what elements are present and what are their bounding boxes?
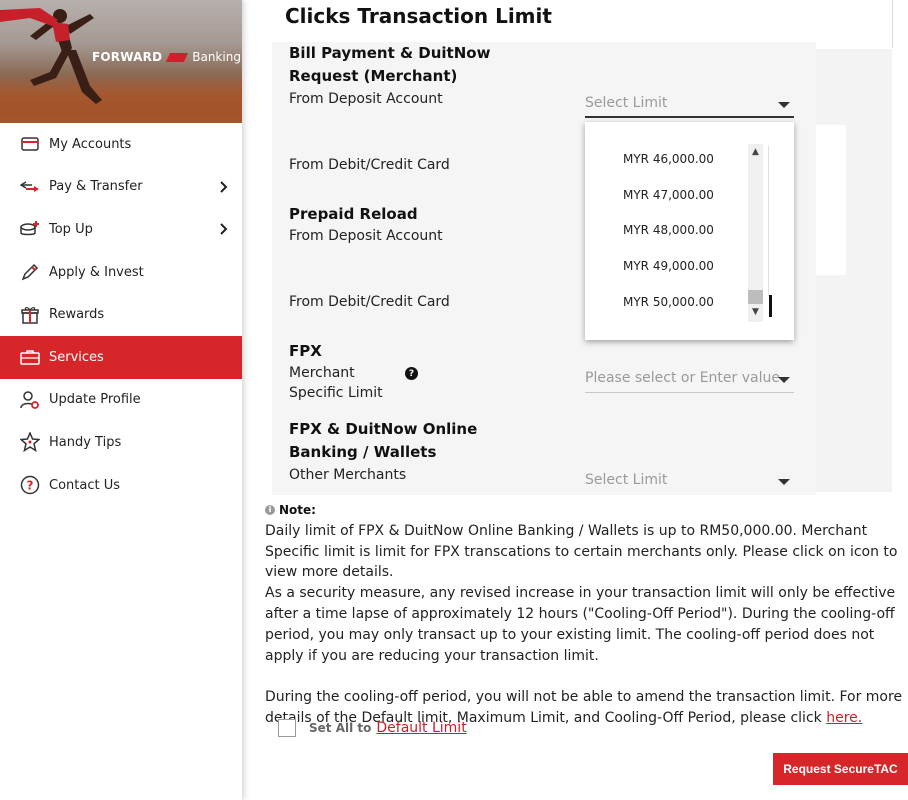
- note-heading: i Note:: [265, 500, 905, 521]
- brand-suffix: Banking: [192, 50, 241, 64]
- text-cursor: [769, 295, 772, 317]
- briefcase-icon: [20, 347, 40, 367]
- sidebar-item-services[interactable]: Services: [0, 335, 242, 379]
- select-placeholder: Please select or Enter value: [585, 370, 780, 386]
- brand-name: FORWARD: [92, 50, 163, 64]
- dropdown-divider: [768, 146, 769, 296]
- select-placeholder: Select Limit: [585, 472, 668, 488]
- pen-icon: [20, 262, 40, 282]
- sidebar-item-handy-tips[interactable]: Handy Tips: [0, 421, 242, 464]
- bill-deposit-label: From Deposit Account: [289, 91, 443, 107]
- request-securetac-button[interactable]: Request SecureTAC: [773, 753, 908, 785]
- default-limit-link[interactable]: Default Limit: [376, 720, 466, 736]
- divider: [892, 0, 893, 48]
- scrollbar-thumb[interactable]: [748, 290, 763, 304]
- section-title-prepaid: Prepaid Reload: [289, 205, 418, 223]
- label-line: Merchant: [289, 365, 355, 381]
- page-title: Clicks Transaction Limit: [285, 4, 552, 28]
- star-icon: [20, 432, 40, 453]
- chevron-right-icon: [220, 181, 228, 193]
- sidebar-item-label: Apply & Invest: [49, 264, 144, 280]
- sidebar-item-top-up[interactable]: Top Up: [0, 208, 242, 251]
- profile-gear-icon: [20, 390, 40, 410]
- set-all-label: Set All to: [309, 721, 372, 735]
- fpx-merchant-select[interactable]: Please select or Enter value: [585, 367, 794, 393]
- dropdown-option[interactable]: MYR 49,000.00: [623, 259, 714, 273]
- sidebar-item-label: Handy Tips: [49, 434, 122, 450]
- fpx-merchant-label: Merchant Specific Limit: [289, 363, 383, 403]
- caret-down-icon: [778, 377, 790, 383]
- sidebar-item-update-profile[interactable]: Update Profile: [0, 379, 242, 422]
- section-title-fpx-duitnow: FPX & DuitNow Online Banking / Wallets: [289, 418, 477, 464]
- dropdown-option[interactable]: MYR 50,000.00: [623, 295, 714, 309]
- sidebar-item-rewards[interactable]: Rewards: [0, 293, 242, 336]
- note-title: Note:: [279, 503, 316, 517]
- brand-logo: FORWARD Banking: [92, 50, 241, 64]
- dropdown-option[interactable]: MYR 46,000.00: [623, 152, 714, 166]
- brand-banner: FORWARD Banking: [0, 0, 242, 123]
- sidebar-item-label: Services: [49, 349, 104, 365]
- svg-text:?: ?: [27, 479, 34, 493]
- prepaid-deposit-label: From Deposit Account: [289, 228, 443, 244]
- label-line: Specific Limit: [289, 385, 383, 401]
- sidebar-item-label: Pay & Transfer: [49, 179, 143, 195]
- sidebar-item-label: Top Up: [49, 221, 93, 237]
- dropdown-option[interactable]: MYR 47,000.00: [623, 188, 714, 202]
- info-icon: i: [265, 505, 275, 516]
- note-section: i Note: Daily limit of FPX & DuitNow Onl…: [265, 500, 905, 729]
- section-title-fpx: FPX: [289, 342, 322, 360]
- sidebar-item-apply-invest[interactable]: Apply & Invest: [0, 251, 242, 294]
- section-title-bill-payment: Bill Payment & DuitNow Request (Merchant…: [289, 42, 490, 88]
- dropdown-option[interactable]: MYR 48,000.00: [623, 223, 714, 237]
- topup-icon: [20, 219, 40, 239]
- sidebar-item-contact-us[interactable]: ? Contact Us: [0, 464, 242, 507]
- section-title-line: Banking / Wallets: [289, 443, 437, 461]
- sidebar-item-pay-transfer[interactable]: Pay & Transfer: [0, 166, 242, 209]
- limit-dropdown-list[interactable]: MYR 46,000.00 MYR 47,000.00 MYR 48,000.0…: [585, 122, 794, 340]
- chevron-right-icon: [220, 223, 228, 236]
- bill-card-label: From Debit/Credit Card: [289, 157, 450, 173]
- here-link[interactable]: here.: [826, 710, 862, 726]
- sidebar-nav: My Accounts Pay & Transfer Top Up Apply …: [0, 123, 242, 506]
- sidebar-item-my-accounts[interactable]: My Accounts: [0, 123, 242, 166]
- sidebar-item-label: Update Profile: [49, 392, 141, 408]
- set-all-row: Set All to Default Limit: [278, 719, 467, 737]
- transfer-icon: [20, 177, 40, 197]
- sidebar-item-label: Rewards: [49, 307, 105, 323]
- card-icon: [20, 134, 40, 154]
- gift-icon: [20, 305, 40, 325]
- section-title-line: FPX & DuitNow Online: [289, 420, 478, 438]
- bill-deposit-select[interactable]: Select Limit: [585, 92, 794, 118]
- prepaid-card-label: From Debit/Credit Card: [289, 294, 450, 310]
- note-paragraph: Daily limit of FPX & DuitNow Online Bank…: [265, 522, 898, 581]
- fpx-other-merchants-label: Other Merchants: [289, 467, 407, 483]
- sidebar-item-label: My Accounts: [49, 136, 132, 152]
- set-all-checkbox[interactable]: [278, 719, 296, 737]
- scroll-up-icon[interactable]: ▲: [748, 144, 763, 159]
- caret-down-icon: [778, 479, 790, 485]
- panel-gap: [816, 125, 846, 275]
- help-icon[interactable]: ?: [405, 367, 418, 380]
- question-icon: ?: [20, 475, 40, 495]
- scroll-down-icon[interactable]: ▼: [748, 304, 763, 319]
- sidebar-item-label: Contact Us: [49, 477, 120, 493]
- brand-mark-icon: [166, 52, 189, 62]
- section-title-line: Request (Merchant): [289, 67, 458, 85]
- fpx-other-merchants-select[interactable]: Select Limit: [585, 469, 794, 495]
- note-paragraph: As a security measure, any revised incre…: [265, 585, 896, 664]
- main-content: Clicks Transaction Limit Bill Payment & …: [242, 0, 908, 800]
- section-title-line: Bill Payment & DuitNow: [289, 44, 491, 62]
- select-placeholder: Select Limit: [585, 95, 668, 111]
- sidebar: FORWARD Banking My Accounts Pay & Transf…: [0, 0, 242, 800]
- caret-down-icon: [778, 102, 790, 108]
